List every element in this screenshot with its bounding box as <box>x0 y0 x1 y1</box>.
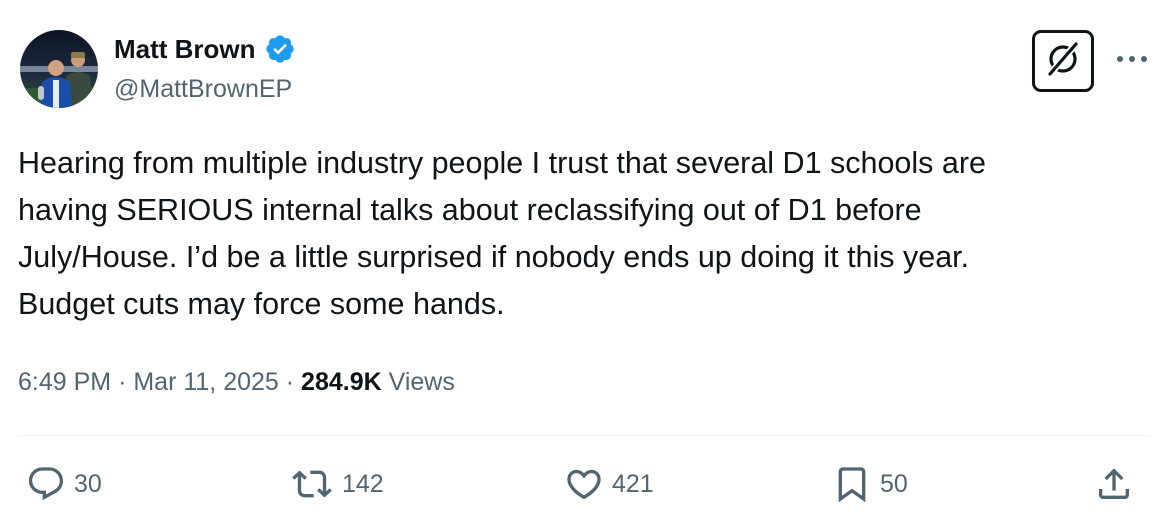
repost-icon <box>290 464 334 504</box>
more-dots-icon <box>1115 51 1149 69</box>
tweet-date[interactable]: Mar 11, 2025 <box>133 368 278 396</box>
views-label: Views <box>388 368 455 396</box>
tweet-text-line: July/House. I’d be a little surprised if… <box>18 240 970 274</box>
share-icon <box>1094 464 1134 504</box>
tweet-text-line: having SERIOUS internal talks about recl… <box>18 193 922 227</box>
divider <box>18 435 1150 436</box>
author-handle[interactable]: @MattBrownEP <box>114 72 292 106</box>
reply-count: 30 <box>74 469 102 498</box>
repost-count: 142 <box>342 469 384 498</box>
tweet-text: Hearing from multiple industry people I … <box>18 140 1158 328</box>
avatar-image <box>20 30 98 108</box>
heart-icon <box>564 464 604 504</box>
share-button[interactable] <box>1094 462 1134 506</box>
views-count: 284.9K <box>301 368 382 396</box>
verified-badge-icon <box>264 33 296 65</box>
tweet-text-line: Budget cuts may force some hands. <box>18 287 505 321</box>
author-display-name[interactable]: Matt Brown <box>114 32 256 66</box>
grok-icon <box>1044 40 1082 83</box>
meta-separator: · <box>285 368 295 396</box>
like-count: 421 <box>612 469 654 498</box>
tweet-text-line: Hearing from multiple industry people I … <box>18 146 986 180</box>
more-options-button[interactable] <box>1110 40 1154 80</box>
bookmark-count: 50 <box>880 469 908 498</box>
author-name-row: Matt Brown <box>114 32 296 66</box>
reply-button[interactable]: 30 <box>26 462 102 506</box>
meta-separator: · <box>118 368 127 396</box>
author-avatar[interactable] <box>20 30 98 108</box>
tweet-time[interactable]: 6:49 PM <box>18 368 111 396</box>
grok-button[interactable] <box>1032 30 1094 92</box>
tweet-meta: 6:49 PM · Mar 11, 2025 · 284.9K Views <box>18 362 455 402</box>
bookmark-icon <box>832 464 872 504</box>
repost-button[interactable]: 142 <box>290 462 384 506</box>
reply-icon <box>26 464 66 504</box>
bookmark-button[interactable]: 50 <box>832 462 908 506</box>
like-button[interactable]: 421 <box>564 462 654 506</box>
